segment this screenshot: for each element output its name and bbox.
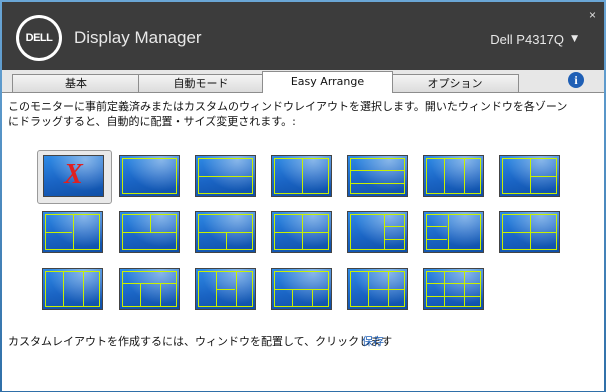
- layout-9[interactable]: [195, 211, 256, 253]
- layout-13[interactable]: [499, 211, 560, 253]
- description-text: このモニターに事前定義済みまたはカスタムのウィンドウレイアウトを選択します。開い…: [8, 100, 568, 128]
- layout-8[interactable]: [119, 211, 180, 253]
- custom-x-mark: X: [64, 159, 83, 190]
- footer-hint: カスタムレイアウトを作成するには、ウィンドウを配置して、クリックします: [8, 335, 393, 348]
- layout-5[interactable]: [423, 155, 484, 197]
- layout-3[interactable]: [271, 155, 332, 197]
- layout-17[interactable]: [271, 268, 332, 310]
- title-bar: DELL Display Manager Dell P4317Q ▼ ×: [2, 2, 604, 71]
- layout-19[interactable]: [423, 268, 484, 310]
- layout-1[interactable]: [119, 155, 180, 197]
- chevron-down-icon[interactable]: ▼: [571, 34, 578, 44]
- layout-custom[interactable]: X: [37, 150, 112, 204]
- close-icon[interactable]: ×: [589, 8, 596, 22]
- app-title: Display Manager: [74, 28, 202, 47]
- layout-16[interactable]: [195, 268, 256, 310]
- window-frame: DELL Display Manager Dell P4317Q ▼ × 基本 …: [0, 0, 606, 392]
- layout-15[interactable]: [119, 268, 180, 310]
- tab-options[interactable]: オプション: [391, 74, 519, 92]
- tab-basic[interactable]: 基本: [12, 74, 140, 92]
- layout-10[interactable]: [271, 211, 332, 253]
- dell-logo-text: DELL: [19, 18, 59, 58]
- layout-12[interactable]: [423, 211, 484, 253]
- save-link[interactable]: 保存: [362, 333, 384, 349]
- dell-logo: DELL: [16, 15, 62, 61]
- layout-7[interactable]: [42, 211, 103, 253]
- layout-custom-preview: X: [43, 155, 104, 197]
- tab-easy-arrange[interactable]: Easy Arrange: [262, 71, 393, 93]
- layout-11[interactable]: [347, 211, 408, 253]
- monitor-selector[interactable]: Dell P4317Q: [490, 32, 564, 47]
- tab-auto-mode[interactable]: 自動モード: [138, 74, 264, 92]
- layout-2[interactable]: [195, 155, 256, 197]
- info-icon[interactable]: i: [568, 72, 584, 88]
- layout-18[interactable]: [347, 268, 408, 310]
- layout-6[interactable]: [499, 155, 560, 197]
- layout-4[interactable]: [347, 155, 408, 197]
- easy-arrange-panel: このモニターに事前定義済みまたはカスタムのウィンドウレイアウトを選択します。開い…: [2, 92, 604, 391]
- tab-bar: 基本 自動モード Easy Arrange オプション i: [2, 70, 604, 93]
- layout-14[interactable]: [42, 268, 103, 310]
